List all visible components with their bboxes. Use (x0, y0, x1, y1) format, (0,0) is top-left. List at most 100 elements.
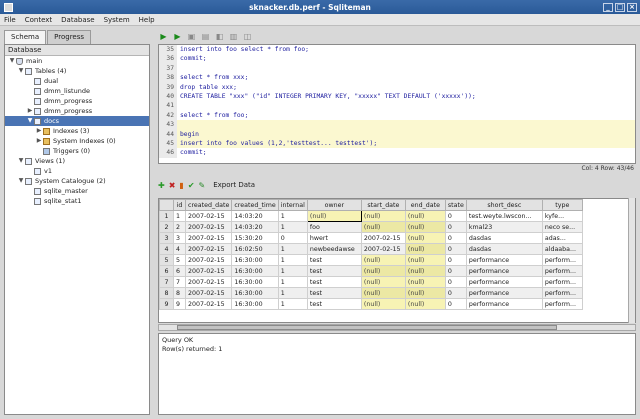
table-cell[interactable]: (null) (360, 221, 406, 233)
column-header[interactable]: end_date (404, 199, 446, 211)
table-cell[interactable]: 9 (173, 298, 186, 310)
table-cell[interactable]: 2007-02-15 (184, 232, 233, 244)
tree-item[interactable]: ▶ Indexes (3) (5, 126, 149, 136)
table-row[interactable]: 3 3 2007-02-15 15:30:20 0 hwert 2007-02-15 (nul… (159, 232, 583, 244)
table-cell[interactable]: test (306, 276, 362, 288)
table-cell[interactable]: 2007-02-15 (184, 221, 233, 233)
table-cell[interactable]: kyfe... (541, 210, 583, 222)
remove-row-icon[interactable]: ✖ (169, 181, 176, 190)
table-cell[interactable]: 1 (277, 243, 308, 255)
table-cell[interactable]: test (306, 265, 362, 277)
tree-item[interactable]: ▶ System Indexes (0) (5, 136, 149, 146)
tab-progress[interactable]: Progress (47, 30, 92, 44)
tree-item[interactable]: ▼ docs (5, 116, 149, 126)
expand-right-icon[interactable]: ▶ (35, 126, 43, 136)
table-cell[interactable]: 2007-02-15 (360, 232, 406, 244)
tree-item[interactable]: ▼ System Catalogue (2) (5, 176, 149, 186)
sql-editor[interactable]: 35 insert into foo select * from foo; 36 co… (158, 44, 636, 164)
column-header[interactable] (159, 199, 174, 211)
grid-vertical-scrollbar[interactable] (628, 198, 635, 323)
expand-down-icon[interactable]: ▼ (8, 56, 16, 66)
table-cell[interactable]: 2007-02-15 (360, 243, 406, 255)
row-header[interactable]: 6 (159, 265, 174, 277)
table-cell[interactable]: 0 (444, 232, 467, 244)
table-cell[interactable]: 0 (444, 298, 467, 310)
column-header[interactable]: internal (277, 199, 308, 211)
table-row[interactable]: 9 9 2007-02-15 16:30:00 1 test (null) (null) 0 pe… (159, 298, 583, 310)
tree-item[interactable]: ▶ dmm_progress (5, 106, 149, 116)
table-cell[interactable]: 16:30:00 (231, 265, 279, 277)
table-cell[interactable]: 0 (444, 287, 467, 299)
table-cell[interactable]: 0 (444, 276, 467, 288)
table-cell[interactable]: test (306, 254, 362, 266)
table-cell[interactable]: 16:30:00 (231, 276, 279, 288)
table-cell[interactable]: hwert (306, 232, 362, 244)
menu-file[interactable]: File (4, 16, 16, 24)
table-cell[interactable]: 2007-02-15 (184, 243, 233, 255)
table-cell[interactable]: 0 (444, 221, 467, 233)
menu-database[interactable]: Database (61, 16, 94, 24)
column-header[interactable]: state (444, 199, 467, 211)
table-cell[interactable]: (null) (404, 243, 446, 255)
table-row[interactable]: 6 6 2007-02-15 16:30:00 1 test (null) (null) 0 pe… (159, 265, 583, 277)
table-cell[interactable]: 0 (444, 254, 467, 266)
table-cell[interactable]: 2007-02-15 (184, 298, 233, 310)
add-row-icon[interactable]: ✚ (158, 181, 165, 190)
table-cell[interactable]: (null) (404, 287, 446, 299)
table-cell[interactable]: 1 (277, 287, 308, 299)
table-cell[interactable]: (null) (360, 298, 406, 310)
clear-icon[interactable]: ◫ (242, 31, 253, 42)
column-header[interactable]: short_desc (465, 199, 543, 211)
row-header[interactable]: 7 (159, 276, 174, 288)
close-button[interactable]: × (627, 2, 637, 12)
table-cell[interactable]: dasdas (465, 243, 543, 255)
column-header[interactable]: created_date (184, 199, 233, 211)
table-cell[interactable]: 2007-02-15 (184, 265, 233, 277)
scrollbar-thumb[interactable] (177, 325, 557, 330)
table-cell[interactable]: performance (465, 276, 543, 288)
row-header[interactable]: 8 (159, 287, 174, 299)
table-cell[interactable]: 16:30:00 (231, 254, 279, 266)
export-icon[interactable]: ✎ (199, 181, 206, 190)
table-cell[interactable]: test (306, 287, 362, 299)
row-header[interactable]: 5 (159, 254, 174, 266)
tree-item[interactable]: dual (5, 76, 149, 86)
menu-help[interactable]: Help (139, 16, 155, 24)
delete-icon[interactable]: ▮ (179, 181, 183, 190)
table-cell[interactable]: (null) (404, 276, 446, 288)
table-cell[interactable]: 1 (277, 210, 308, 222)
column-header[interactable]: created_time (231, 199, 279, 211)
table-cell[interactable]: (null) (360, 210, 406, 222)
table-cell[interactable]: 3 (173, 232, 186, 244)
table-cell[interactable]: 2007-02-15 (184, 287, 233, 299)
table-cell[interactable]: 1 (277, 276, 308, 288)
table-cell[interactable]: foo (306, 221, 362, 233)
row-header[interactable]: 2 (159, 221, 174, 233)
table-cell[interactable]: perform... (541, 276, 583, 288)
table-cell[interactable]: kmal23 (465, 221, 543, 233)
table-cell[interactable]: 1 (277, 221, 308, 233)
column-header[interactable]: type (541, 199, 583, 211)
row-header[interactable]: 1 (159, 210, 174, 222)
table-cell[interactable]: (null) (404, 221, 446, 233)
table-row[interactable]: 7 7 2007-02-15 16:30:00 1 test (null) (null) 0 pe… (159, 276, 583, 288)
expand-down-icon[interactable]: ▼ (17, 176, 25, 186)
history-icon[interactable]: ▥ (228, 31, 239, 42)
table-cell[interactable]: (null) (404, 210, 446, 222)
table-cell[interactable]: dasdas (465, 232, 543, 244)
column-header[interactable]: owner (306, 199, 362, 211)
save-file-icon[interactable]: ▤ (200, 31, 211, 42)
table-row[interactable]: 1 1 2007-02-15 14:03:20 1 (null) (null) (null) 0… (159, 210, 583, 222)
table-cell[interactable]: 16:30:00 (231, 287, 279, 299)
table-cell[interactable]: 0 (444, 210, 467, 222)
minimize-button[interactable]: _ (603, 2, 613, 12)
table-row[interactable]: 8 8 2007-02-15 16:30:00 1 test (null) (null) 0 pe… (159, 287, 583, 299)
run-explain-icon[interactable]: ▶ (172, 31, 183, 42)
table-cell[interactable]: (null) (404, 298, 446, 310)
table-cell[interactable]: 2007-02-15 (184, 276, 233, 288)
table-cell[interactable]: 0 (277, 232, 308, 244)
tree-item[interactable]: ▼ Tables (4) (5, 66, 149, 76)
table-cell[interactable]: neco se... (541, 221, 583, 233)
grid-horizontal-scrollbar[interactable] (158, 324, 636, 331)
table-cell[interactable]: adas... (541, 232, 583, 244)
